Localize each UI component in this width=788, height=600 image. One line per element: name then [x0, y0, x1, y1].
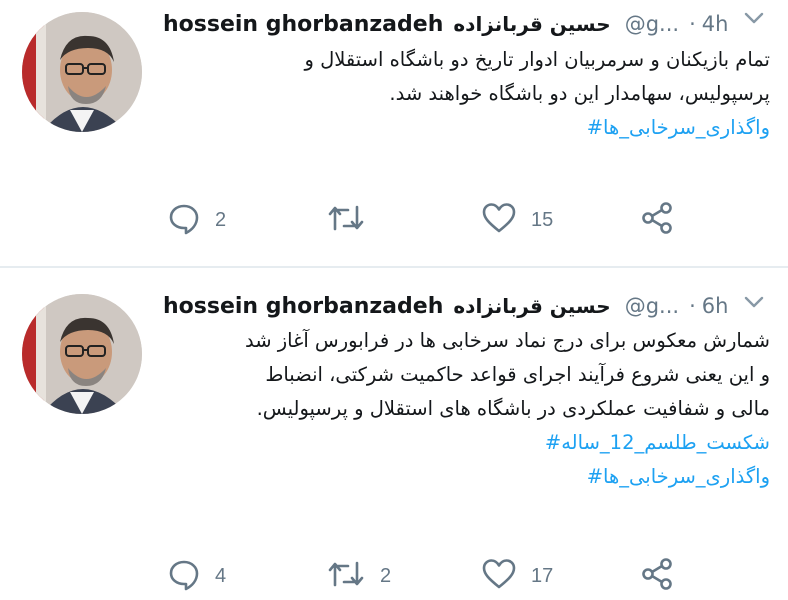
author-name[interactable]: hossein ghorbanzadeh [163, 12, 443, 37]
hashtag-link[interactable]: واگذاری_سرخابی_ها# [163, 460, 770, 494]
chevron-down-icon[interactable] [742, 290, 766, 318]
share-button[interactable] [639, 200, 675, 240]
like-count: 17 [531, 564, 554, 587]
avatar[interactable] [22, 12, 142, 132]
like-count: 15 [531, 208, 554, 231]
retweet-icon [326, 201, 366, 239]
heart-icon [481, 201, 517, 239]
hashtag-link[interactable]: شکست_طلسم_12_ساله# [163, 426, 770, 460]
heart-icon [481, 557, 517, 595]
like-button[interactable]: 15 [481, 200, 553, 240]
reply-count: 4 [215, 564, 227, 587]
reply-button[interactable]: 2 [167, 200, 226, 240]
tweet-time[interactable]: 6h [702, 294, 729, 318]
tweet-text-line: تمام بازیکنان و سرمربیان ادوار تاریخ دو … [304, 48, 770, 71]
tweet-text-line: پرسپولیس، سهامدار این دو باشگاه خواهند ش… [389, 82, 770, 105]
timeline: hossein ghorbanzadeh حسین قربانزاده @g..… [0, 0, 788, 600]
separator-dot: · [689, 12, 696, 36]
author-name-fa[interactable]: حسین قربانزاده [453, 294, 610, 318]
tweet-time[interactable]: 4h [702, 12, 729, 36]
tweet[interactable]: hossein ghorbanzadeh حسین قربانزاده @g..… [0, 268, 788, 600]
author-name-fa[interactable]: حسین قربانزاده [453, 12, 610, 36]
tweet-text: تمام بازیکنان و سرمربیان ادوار تاریخ دو … [163, 43, 770, 145]
tweet-text: شمارش معکوس برای درج نماد سرخابی ها در ف… [163, 324, 770, 494]
avatar[interactable] [22, 294, 142, 414]
tweet[interactable]: hossein ghorbanzadeh حسین قربانزاده @g..… [0, 0, 788, 268]
reply-icon [167, 201, 201, 239]
reply-button[interactable]: 4 [167, 556, 226, 596]
retweet-button[interactable]: 2 [326, 556, 391, 596]
share-button[interactable] [639, 556, 675, 596]
share-icon [639, 556, 675, 596]
tweet-actions: 4 2 17 [163, 556, 723, 596]
author-name[interactable]: hossein ghorbanzadeh [163, 294, 443, 319]
hashtag-link[interactable]: واگذاری_سرخابی_ها# [163, 111, 770, 145]
retweet-count: 2 [380, 564, 392, 587]
reply-count: 2 [215, 208, 227, 231]
tweet-text-line: و این یعنی شروع فرآیند اجرای قواعد حاکمی… [265, 363, 770, 386]
tweet-text-line: شمارش معکوس برای درج نماد سرخابی ها در ف… [244, 329, 770, 352]
author-handle[interactable]: @g... [625, 12, 679, 36]
tweet-actions: 2 15 [163, 200, 723, 240]
retweet-button[interactable] [326, 200, 380, 240]
retweet-icon [326, 557, 366, 595]
share-icon [639, 200, 675, 240]
reply-icon [167, 557, 201, 595]
chevron-down-icon[interactable] [742, 6, 766, 34]
tweet-header: hossein ghorbanzadeh حسین قربانزاده @g..… [163, 6, 772, 42]
tweet-text-line: مالی و شفافیت عملکردی در باشگاه های استق… [256, 397, 770, 420]
tweet-header: hossein ghorbanzadeh حسین قربانزاده @g..… [163, 288, 772, 324]
like-button[interactable]: 17 [481, 556, 553, 596]
separator-dot: · [689, 294, 696, 318]
author-handle[interactable]: @g... [625, 294, 679, 318]
